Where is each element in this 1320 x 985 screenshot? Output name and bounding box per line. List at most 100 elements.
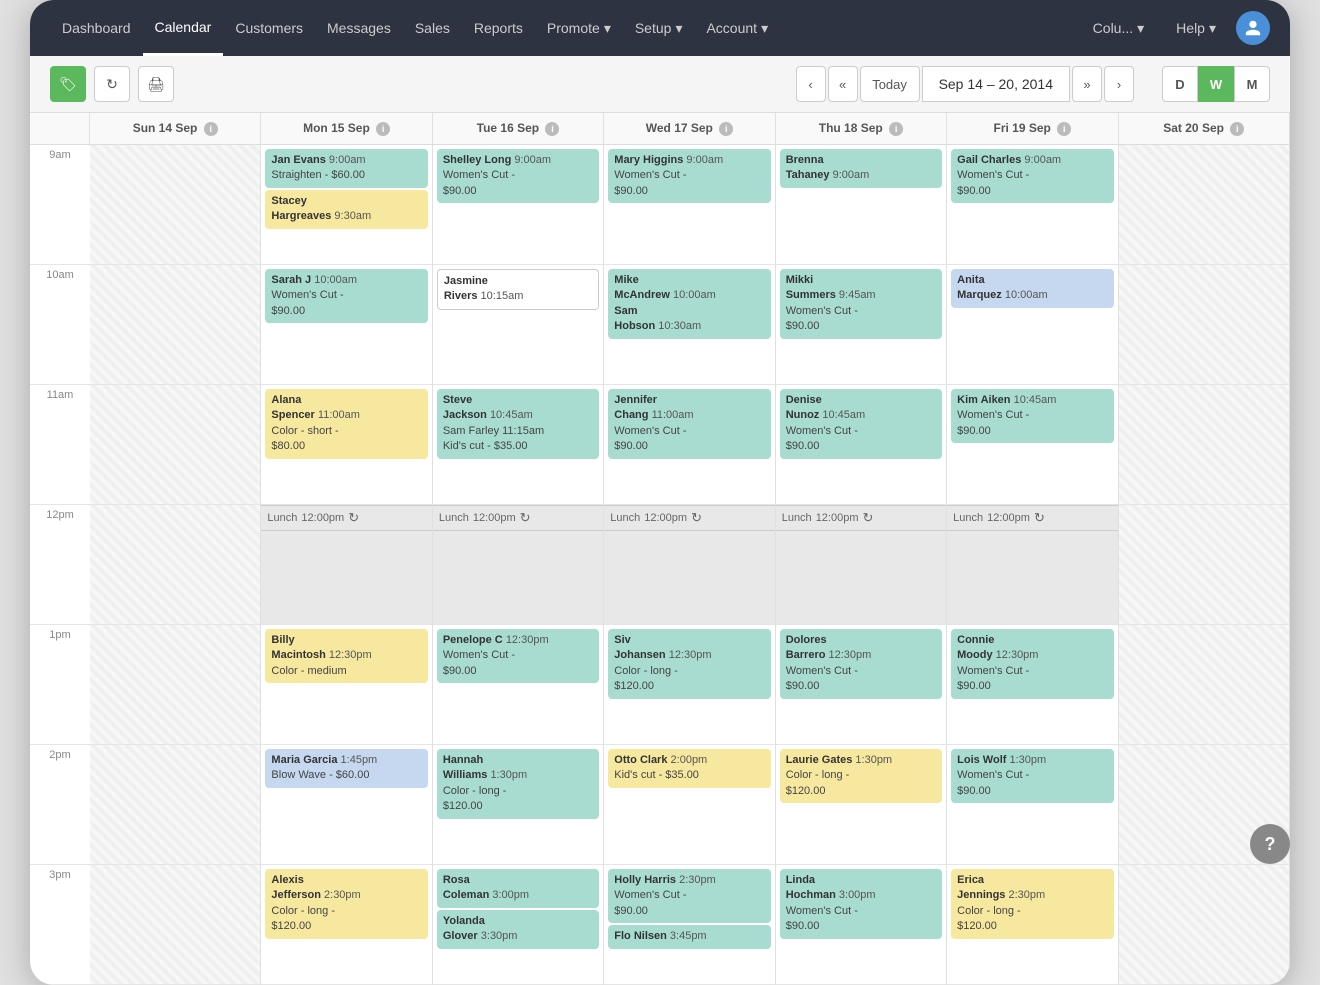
appt-connie-moody[interactable]: Connie Moody 12:30pm Women's Cut -$90.00 [951,629,1113,699]
appt-denise-nunoz[interactable]: Denise Nunoz 10:45am Women's Cut -$90.00 [780,389,942,459]
tag-button[interactable]: 🏷 [50,66,86,102]
nav-column[interactable]: Colu... ▾ [1081,0,1157,56]
appt-mike-mcandrew[interactable]: Mike McAndrew 10:00am Sam Hobson 10:30am [608,269,770,339]
mon-2pm-slot[interactable]: Maria Garcia 1:45pm Blow Wave - $60.00 [261,745,431,865]
fri-1pm-slot[interactable]: Connie Moody 12:30pm Women's Cut -$90.00 [947,625,1117,745]
sun-1pm-slot[interactable] [90,625,260,745]
nav-help[interactable]: Help ▾ [1164,0,1228,56]
thu-1pm-slot[interactable]: Dolores Barrero 12:30pm Women's Cut -$90… [776,625,946,745]
wed-9am-slot[interactable]: Mary Higgins 9:00am Women's Cut -$90.00 [604,145,774,265]
appt-erica-jennings[interactable]: Erica Jennings 2:30pm Color - long -$120… [951,869,1113,939]
nav-sales[interactable]: Sales [403,0,462,56]
mon-12pm-slot[interactable]: Lunch 12:00pm ↻ [261,505,431,625]
appt-hannah-williams[interactable]: Hannah Williams 1:30pm Color - long -$12… [437,749,599,819]
nav-reports[interactable]: Reports [462,0,535,56]
tue-info-icon[interactable]: i [545,122,559,136]
appt-holly-harris[interactable]: Holly Harris 2:30pm Women's Cut -$90.00 [608,869,770,923]
refresh-button[interactable]: ↻ [94,66,130,102]
print-button[interactable]: 🖨 [138,66,174,102]
fri-info-icon[interactable]: i [1057,122,1071,136]
help-button[interactable]: ? [1250,824,1290,864]
mon-1pm-slot[interactable]: Billy Macintosh 12:30pm Color - medium [261,625,431,745]
mon-3pm-slot[interactable]: Alexis Jefferson 2:30pm Color - long -$1… [261,865,431,985]
prev-week-btn[interactable]: ‹ [796,66,826,102]
thu-10am-slot[interactable]: Mikki Summers 9:45am Women's Cut -$90.00 [776,265,946,385]
tue-9am-slot[interactable]: Shelley Long 9:00am Women's Cut -$90.00 [433,145,603,265]
sat-12pm-slot[interactable] [1119,505,1289,625]
appt-maria-garcia[interactable]: Maria Garcia 1:45pm Blow Wave - $60.00 [265,749,427,788]
view-day-btn[interactable]: D [1162,66,1198,102]
view-week-btn[interactable]: W [1198,66,1234,102]
fri-11am-slot[interactable]: Kim Aiken 10:45am Women's Cut -$90.00 [947,385,1117,505]
appt-jan-evans[interactable]: Jan Evans 9:00am Straighten - $60.00 [265,149,427,188]
user-avatar[interactable] [1236,11,1270,45]
appt-stacy-hargreaves[interactable]: Stacey Hargreaves 9:30am [265,190,427,229]
appt-mary-higgins[interactable]: Mary Higgins 9:00am Women's Cut -$90.00 [608,149,770,203]
nav-promote[interactable]: Promote ▾ [535,0,623,56]
nav-calendar[interactable]: Calendar [143,0,224,56]
appt-laurie-gates[interactable]: Laurie Gates 1:30pm Color - long -$120.0… [780,749,942,803]
tue-12pm-slot[interactable]: Lunch 12:00pm ↻ [433,505,603,625]
appt-dolores-barrero[interactable]: Dolores Barrero 12:30pm Women's Cut -$90… [780,629,942,699]
mon-11am-slot[interactable]: Alana Spencer 11:00am Color - short -$80… [261,385,431,505]
appt-brenna-tahaney[interactable]: Brenna Tahaney 9:00am [780,149,942,188]
fri-12pm-slot[interactable]: Lunch 12:00pm ↻ [947,505,1117,625]
tue-1pm-slot[interactable]: Penelope C 12:30pm Women's Cut -$90.00 [433,625,603,745]
appt-alana-spencer[interactable]: Alana Spencer 11:00am Color - short -$80… [265,389,427,459]
sat-3pm-slot[interactable] [1119,865,1289,985]
fri-2pm-slot[interactable]: Lois Wolf 1:30pm Women's Cut -$90.00 [947,745,1117,865]
sat-info-icon[interactable]: i [1230,122,1244,136]
appt-steve-jackson[interactable]: Steve Jackson 10:45am Sam Farley 11:15am… [437,389,599,459]
mon-9am-slot[interactable]: Jan Evans 9:00am Straighten - $60.00 Sta… [261,145,431,265]
prev-month-btn[interactable]: « [828,66,858,102]
wed-12pm-slot[interactable]: Lunch 12:00pm ↻ [604,505,774,625]
thu-12pm-slot[interactable]: Lunch 12:00pm ↻ [776,505,946,625]
sun-10am-slot[interactable] [90,265,260,385]
appt-mikki-summers[interactable]: Mikki Summers 9:45am Women's Cut -$90.00 [780,269,942,339]
appt-billy-macintosh[interactable]: Billy Macintosh 12:30pm Color - medium [265,629,427,683]
wed-10am-slot[interactable]: Mike McAndrew 10:00am Sam Hobson 10:30am [604,265,774,385]
next-month-btn[interactable]: » [1072,66,1102,102]
appt-shelley-long[interactable]: Shelley Long 9:00am Women's Cut -$90.00 [437,149,599,203]
mon-info-icon[interactable]: i [376,122,390,136]
thu-2pm-slot[interactable]: Laurie Gates 1:30pm Color - long -$120.0… [776,745,946,865]
mon-10am-slot[interactable]: Sarah J 10:00am Women's Cut -$90.00 [261,265,431,385]
appt-siv-johansen[interactable]: Siv Johansen 12:30pm Color - long -$120.… [608,629,770,699]
today-btn[interactable]: Today [860,66,920,102]
wed-3pm-slot[interactable]: Holly Harris 2:30pm Women's Cut -$90.00 … [604,865,774,985]
sun-info-icon[interactable]: i [204,122,218,136]
fri-10am-slot[interactable]: Anita Marquez 10:00am [947,265,1117,385]
appt-linda-hochman[interactable]: Linda Hochman 3:00pm Women's Cut -$90.00 [780,869,942,939]
appt-anita-marquez[interactable]: Anita Marquez 10:00am [951,269,1113,308]
sat-10am-slot[interactable] [1119,265,1289,385]
thu-3pm-slot[interactable]: Linda Hochman 3:00pm Women's Cut -$90.00 [776,865,946,985]
tue-11am-slot[interactable]: Steve Jackson 10:45am Sam Farley 11:15am… [433,385,603,505]
sun-11am-slot[interactable] [90,385,260,505]
sun-2pm-slot[interactable] [90,745,260,865]
sat-1pm-slot[interactable] [1119,625,1289,745]
appt-yolanda-glover[interactable]: Yolanda Glover 3:30pm [437,910,599,949]
appt-jennifer-chang[interactable]: Jennifer Chang 11:00am Women's Cut -$90.… [608,389,770,459]
thu-info-icon[interactable]: i [889,122,903,136]
nav-setup[interactable]: Setup ▾ [623,0,695,56]
tue-2pm-slot[interactable]: Hannah Williams 1:30pm Color - long -$12… [433,745,603,865]
nav-account[interactable]: Account ▾ [694,0,780,56]
fri-9am-slot[interactable]: Gail Charles 9:00am Women's Cut -$90.00 [947,145,1117,265]
next-week-btn[interactable]: › [1104,66,1134,102]
appt-kim-aiken[interactable]: Kim Aiken 10:45am Women's Cut -$90.00 [951,389,1113,443]
tue-10am-slot[interactable]: Jasmine Rivers 10:15am [433,265,603,385]
appt-lois-wolf[interactable]: Lois Wolf 1:30pm Women's Cut -$90.00 [951,749,1113,803]
appt-jasmine-rivers[interactable]: Jasmine Rivers 10:15am [437,269,599,310]
appt-penelope-c[interactable]: Penelope C 12:30pm Women's Cut -$90.00 [437,629,599,683]
wed-1pm-slot[interactable]: Siv Johansen 12:30pm Color - long -$120.… [604,625,774,745]
appt-gail-charles[interactable]: Gail Charles 9:00am Women's Cut -$90.00 [951,149,1113,203]
sun-9am-slot[interactable] [90,145,260,265]
nav-customers[interactable]: Customers [223,0,315,56]
thu-11am-slot[interactable]: Denise Nunoz 10:45am Women's Cut -$90.00 [776,385,946,505]
appt-sarah-j[interactable]: Sarah J 10:00am Women's Cut -$90.00 [265,269,427,323]
wed-2pm-slot[interactable]: Otto Clark 2:00pm Kid's cut - $35.00 [604,745,774,865]
appt-alexis-jefferson[interactable]: Alexis Jefferson 2:30pm Color - long -$1… [265,869,427,939]
wed-11am-slot[interactable]: Jennifer Chang 11:00am Women's Cut -$90.… [604,385,774,505]
thu-9am-slot[interactable]: Brenna Tahaney 9:00am [776,145,946,265]
nav-messages[interactable]: Messages [315,0,403,56]
